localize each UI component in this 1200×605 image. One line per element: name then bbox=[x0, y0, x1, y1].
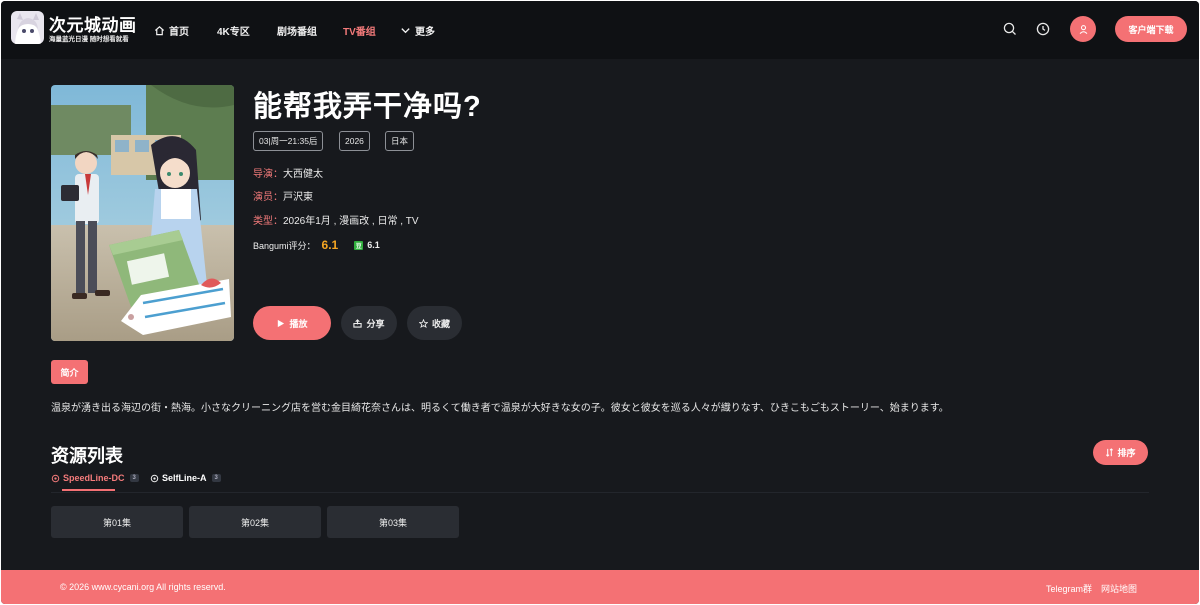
bangumi-rating: 6.1 bbox=[321, 238, 339, 252]
nav-4k[interactable]: 4K专区 bbox=[217, 23, 250, 38]
star-icon bbox=[418, 318, 428, 328]
cast-row: 演员：戸沢東 bbox=[253, 188, 313, 203]
favorite-label: 收藏 bbox=[431, 318, 450, 329]
nav-tv[interactable]: TV番组 bbox=[343, 23, 376, 38]
episode-button[interactable]: 第03集 bbox=[327, 506, 459, 538]
cast-key: 演员： bbox=[253, 192, 283, 203]
director-key: 导演： bbox=[253, 169, 283, 180]
nav-4k-label: 4K专区 bbox=[217, 27, 250, 38]
share-button[interactable]: 分享 bbox=[341, 306, 397, 340]
air-time-tag[interactable]: 03|周一21:35后 bbox=[253, 131, 324, 151]
home-icon bbox=[154, 26, 165, 36]
rating-label: Bangumi评分： bbox=[253, 240, 316, 251]
tab-divider bbox=[51, 492, 1149, 493]
cast-value[interactable]: 戸沢東 bbox=[283, 192, 313, 203]
nav-more-label: 更多 bbox=[415, 27, 435, 38]
share-label: 分享 bbox=[366, 318, 385, 329]
nav-home-label: 首页 bbox=[169, 27, 189, 38]
douban-rating: 6.1 bbox=[367, 240, 380, 250]
play-label: 播放 bbox=[289, 318, 308, 329]
nav-home[interactable]: 首页 bbox=[154, 23, 189, 38]
search-icon[interactable] bbox=[1002, 21, 1018, 37]
tab-selfline-a-label: SelfLine-A bbox=[162, 473, 207, 483]
client-download-button[interactable]: 客户端下载 bbox=[1115, 16, 1187, 42]
sitemap-link[interactable]: 网站地图 bbox=[1101, 582, 1137, 595]
play-icon bbox=[278, 319, 285, 327]
genre-value[interactable]: 2026年1月 , 漫画改 , 日常 , TV bbox=[283, 216, 419, 227]
genre-row: 类型：2026年1月 , 漫画改 , 日常 , TV bbox=[253, 212, 419, 227]
resource-list-title: 资源列表 bbox=[51, 446, 123, 466]
year-tag[interactable]: 2026 bbox=[339, 131, 370, 151]
episode-button[interactable]: 第01集 bbox=[51, 506, 183, 538]
brand-slogan: 海量蓝光日漫 随时想看就看 bbox=[49, 36, 129, 43]
user-icon bbox=[1079, 24, 1087, 34]
history-icon[interactable] bbox=[1035, 21, 1051, 37]
nav-theater-label: 剧场番组 bbox=[277, 27, 317, 38]
top-navbar: 次元城动画 海量蓝光日漫 随时想看就看 首页 4K专区 剧场番组 TV番组 更多… bbox=[1, 1, 1199, 59]
server-icon bbox=[51, 474, 60, 482]
nav-more[interactable]: 更多 bbox=[400, 23, 435, 38]
anime-poster[interactable] bbox=[51, 85, 234, 341]
server-icon bbox=[150, 474, 159, 482]
nav-tv-label: TV番组 bbox=[343, 27, 376, 38]
sort-label: 排序 bbox=[1117, 448, 1136, 458]
tab-count-badge: 3 bbox=[129, 474, 139, 482]
user-button[interactable] bbox=[1070, 16, 1096, 42]
app-frame: 次元城动画 海量蓝光日漫 随时想看就看 首页 4K专区 剧场番组 TV番组 更多… bbox=[1, 1, 1199, 604]
sort-icon bbox=[1106, 448, 1114, 457]
anime-title: 能帮我弄干净吗? bbox=[253, 91, 482, 123]
intro-text: 温泉が湧き出る海辺の街・熱海。小さなクリーニング店を営む金目綺花奈さんは、明るく… bbox=[51, 403, 949, 414]
douban-icon: 豆 bbox=[354, 240, 364, 250]
intro-badge: 简介 bbox=[51, 360, 88, 384]
copyright-text: © 2026 www.cycani.org All rights reservd… bbox=[60, 582, 226, 592]
active-tab-underline bbox=[62, 489, 115, 491]
telegram-link[interactable]: Telegram群 bbox=[1046, 582, 1092, 595]
chevron-down-icon bbox=[401, 28, 410, 34]
tab-speedline-dc-label: SpeedLine-DC bbox=[63, 473, 125, 483]
tab-speedline-dc[interactable]: SpeedLine-DC 3 bbox=[51, 473, 139, 483]
genre-key: 类型： bbox=[253, 216, 283, 227]
episode-button[interactable]: 第02集 bbox=[189, 506, 321, 538]
logo[interactable] bbox=[11, 11, 44, 44]
director-row: 导演：大西健太 bbox=[253, 165, 323, 180]
director-value[interactable]: 大西健太 bbox=[283, 169, 323, 180]
favorite-button[interactable]: 收藏 bbox=[407, 306, 462, 340]
region-tag[interactable]: 日本 bbox=[385, 131, 415, 151]
tab-selfline-a[interactable]: SelfLine-A 3 bbox=[150, 473, 221, 483]
play-button[interactable]: 播放 bbox=[253, 306, 331, 340]
nav-theater[interactable]: 剧场番组 bbox=[277, 23, 317, 38]
sort-button[interactable]: 排序 bbox=[1093, 440, 1148, 465]
tab-count-badge: 3 bbox=[211, 474, 221, 482]
rating-row: Bangumi评分： 6.1 豆 6.1 bbox=[253, 238, 380, 252]
footer: © 2026 www.cycani.org All rights reservd… bbox=[1, 570, 1199, 604]
share-icon bbox=[353, 318, 363, 328]
